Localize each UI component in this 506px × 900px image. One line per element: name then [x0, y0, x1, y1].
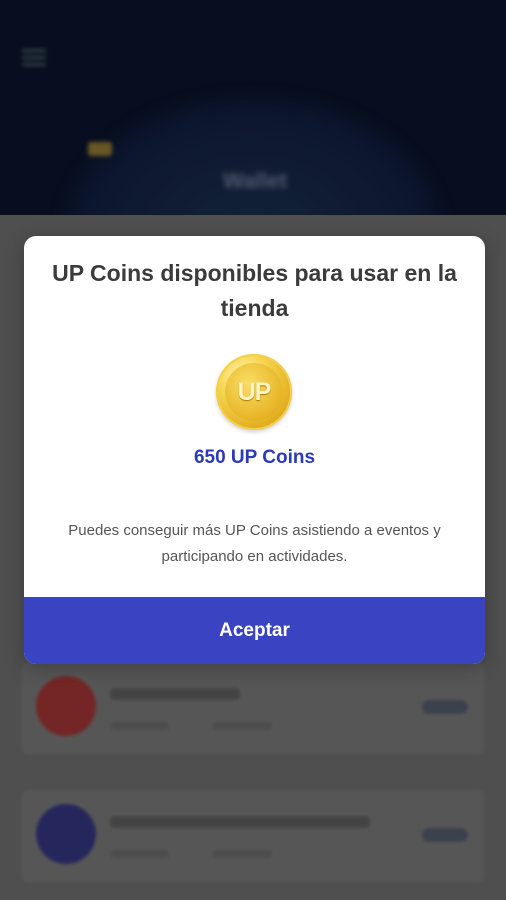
up-coin-icon: UP — [216, 354, 292, 430]
dialog-title: UP Coins disponibles para usar en la tie… — [52, 260, 457, 321]
dialog-description: Puedes conseguir más UP Coins asistiendo… — [68, 522, 441, 565]
accept-button[interactable]: Aceptar — [24, 597, 485, 664]
up-coins-dialog: UP Coins disponibles para usar en la tie… — [24, 236, 485, 664]
coin-amount: 650 UP Coins — [193, 447, 316, 468]
coin-label: UP — [225, 363, 283, 421]
